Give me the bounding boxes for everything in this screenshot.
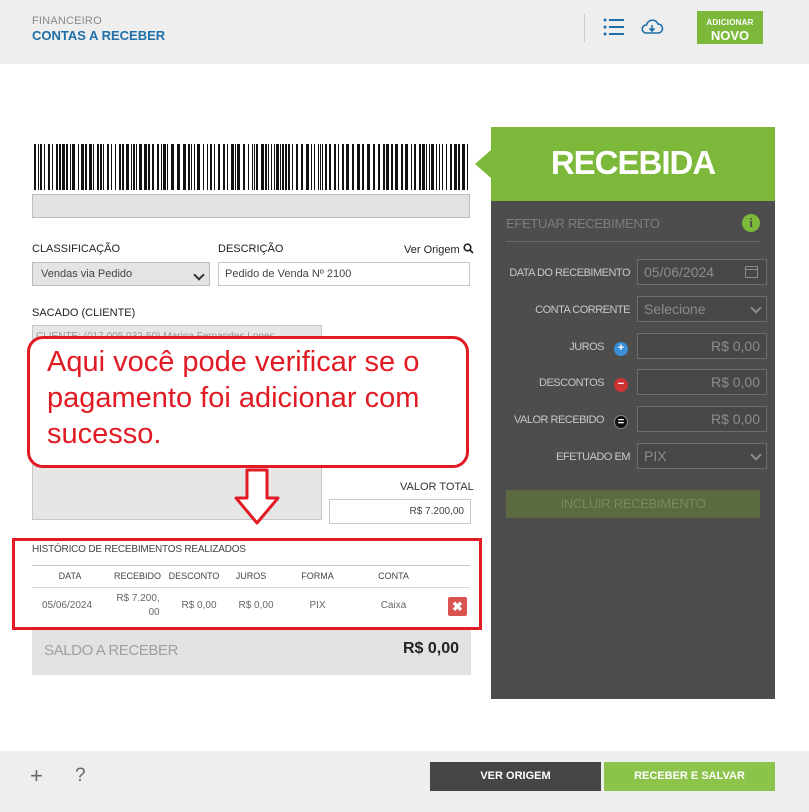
status-badge: RECEBIDA [550, 144, 716, 181]
arrow-down-icon [234, 468, 280, 525]
ver-origem-button[interactable]: VER ORIGEM [430, 762, 601, 791]
cloud-download-icon[interactable] [639, 14, 665, 40]
descricao-label: DESCRIÇÃO [218, 243, 284, 255]
chevron-down-icon [750, 302, 762, 314]
add-new-button[interactable]: ADICIONAR NOVO [697, 11, 763, 44]
classificacao-label: CLASSIFICAÇÃO [32, 243, 121, 255]
ver-origem-link[interactable]: Ver Origem [404, 243, 474, 256]
annotation-text: Aqui você pode verificar se o pagamento … [47, 346, 420, 450]
descontos-label: DESCONTOS [539, 377, 604, 389]
efetuado-em-value: PIX [644, 448, 667, 464]
plus-icon: + [614, 342, 628, 356]
list-icon[interactable] [601, 14, 627, 40]
saldo-label: SALDO A RECEBER [44, 642, 179, 659]
history-highlight-frame [12, 538, 482, 630]
valor-recebido-input[interactable]: R$ 0,00 [637, 406, 767, 432]
conta-corrente-value: Selecione [644, 301, 706, 317]
incluir-recebimento-button[interactable]: INCLUIR RECEBIMENTO [506, 490, 760, 518]
valor-recebido-label: VALOR RECEBIDO [514, 414, 605, 426]
classificacao-select[interactable]: Vendas via Pedido [32, 262, 210, 286]
info-icon[interactable]: i [742, 214, 760, 232]
sacado-label: SACADO (CLIENTE) [32, 307, 136, 319]
valor-total-input[interactable]: R$ 7.200,00 [329, 499, 471, 524]
minus-icon: − [614, 378, 628, 392]
barcode-image [34, 144, 468, 190]
data-recebimento-value: 05/06/2024 [644, 264, 715, 280]
ver-origem-label: Ver Origem [404, 244, 460, 256]
header-divider [584, 14, 585, 42]
status-banner-notch [475, 150, 491, 178]
efetuado-em-label: EFETUADO EM [556, 451, 630, 463]
calendar-icon [745, 266, 758, 278]
chevron-down-icon [193, 269, 205, 281]
receipt-section-title: EFETUAR RECEBIMENTO [506, 216, 660, 231]
help-icon[interactable]: ? [75, 765, 86, 787]
saldo-value: R$ 0,00 [402, 640, 459, 657]
data-recebimento-input[interactable]: 05/06/2024 [637, 259, 767, 285]
equals-icon: = [614, 415, 628, 429]
descontos-input[interactable]: R$ 0,00 [637, 369, 767, 395]
receber-salvar-button[interactable]: RECEBER E SALVAR [604, 762, 775, 791]
chevron-down-icon [750, 449, 762, 461]
add-new-line2: NOVO [710, 27, 750, 43]
descricao-input[interactable]: Pedido de Venda Nº 2100 [218, 262, 470, 286]
receipt-section-divider [506, 241, 760, 242]
valor-total-label: VALOR TOTAL [400, 481, 474, 493]
barcode-digits-field [32, 194, 470, 218]
search-icon [463, 243, 474, 254]
juros-input[interactable]: R$ 0,00 [637, 333, 767, 359]
add-icon[interactable]: + [30, 763, 43, 789]
juros-label: JUROS [569, 341, 604, 353]
conta-corrente-label: CONTA CORRENTE [535, 304, 630, 316]
data-recebimento-label: DATA DO RECEBIMENTO [509, 267, 630, 279]
classificacao-value: Vendas via Pedido [41, 268, 133, 280]
conta-corrente-select[interactable]: Selecione [637, 296, 767, 322]
page-title: CONTAS A RECEBER [32, 28, 166, 43]
breadcrumb-section: FINANCEIRO [32, 15, 102, 27]
efetuado-em-select[interactable]: PIX [637, 443, 767, 469]
add-new-line1: ADICIONAR [706, 17, 754, 27]
